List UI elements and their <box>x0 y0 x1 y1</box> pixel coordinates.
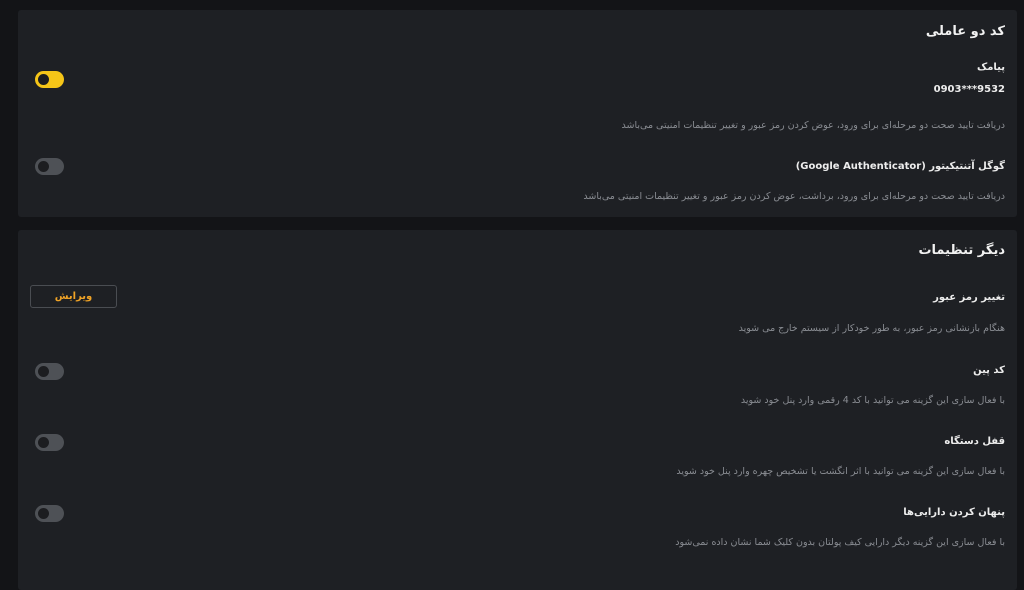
edit-password-button[interactable]: ویرایش <box>30 285 117 308</box>
hide-assets-label: پنهان کردن دارایی‌ها <box>903 507 1005 518</box>
google-auth-label: گوگل آتنتیکیتور (Google Authenticator) <box>795 161 1005 172</box>
toggle-knob <box>38 437 49 448</box>
device-lock-description: با فعال سازی این گزینه می توانید با اثر … <box>676 466 1005 477</box>
two-factor-card: کد دو عاملی پیامک 0903***9532 دریافت تای… <box>18 10 1017 217</box>
device-lock-label: قفل دستگاه <box>944 436 1005 447</box>
google-auth-toggle[interactable] <box>35 158 64 175</box>
toggle-knob <box>38 508 49 519</box>
hide-assets-toggle[interactable] <box>35 505 64 522</box>
sms-label: پیامک <box>976 62 1005 73</box>
other-settings-title: دیگر تنظیمات <box>918 243 1005 258</box>
google-auth-description: دریافت تایید صحت دو مرحله‌ای برای ورود، … <box>583 191 1005 202</box>
sms-description: دریافت تایید صحت دو مرحله‌ای برای ورود، … <box>621 120 1005 131</box>
toggle-knob <box>38 74 49 85</box>
sms-phone-number: 0903***9532 <box>933 84 1005 95</box>
device-lock-toggle[interactable] <box>35 434 64 451</box>
sms-toggle[interactable] <box>35 71 64 88</box>
hide-assets-description: با فعال سازی این گزینه دیگر دارایی کیف پ… <box>675 537 1005 548</box>
change-password-description: هنگام بازنشانی رمز عبور، به طور خودکار ا… <box>738 323 1005 334</box>
toggle-knob <box>38 366 49 377</box>
change-password-label: تغییر رمز عبور <box>933 292 1005 303</box>
pin-code-label: کد پین <box>973 365 1005 376</box>
pin-code-toggle[interactable] <box>35 363 64 380</box>
toggle-knob <box>38 161 49 172</box>
other-settings-card: دیگر تنظیمات تغییر رمز عبور ویرایش هنگام… <box>18 230 1017 590</box>
pin-code-description: با فعال سازی این گزینه می توانید با کد 4… <box>740 395 1005 406</box>
two-factor-title: کد دو عاملی <box>925 24 1005 39</box>
